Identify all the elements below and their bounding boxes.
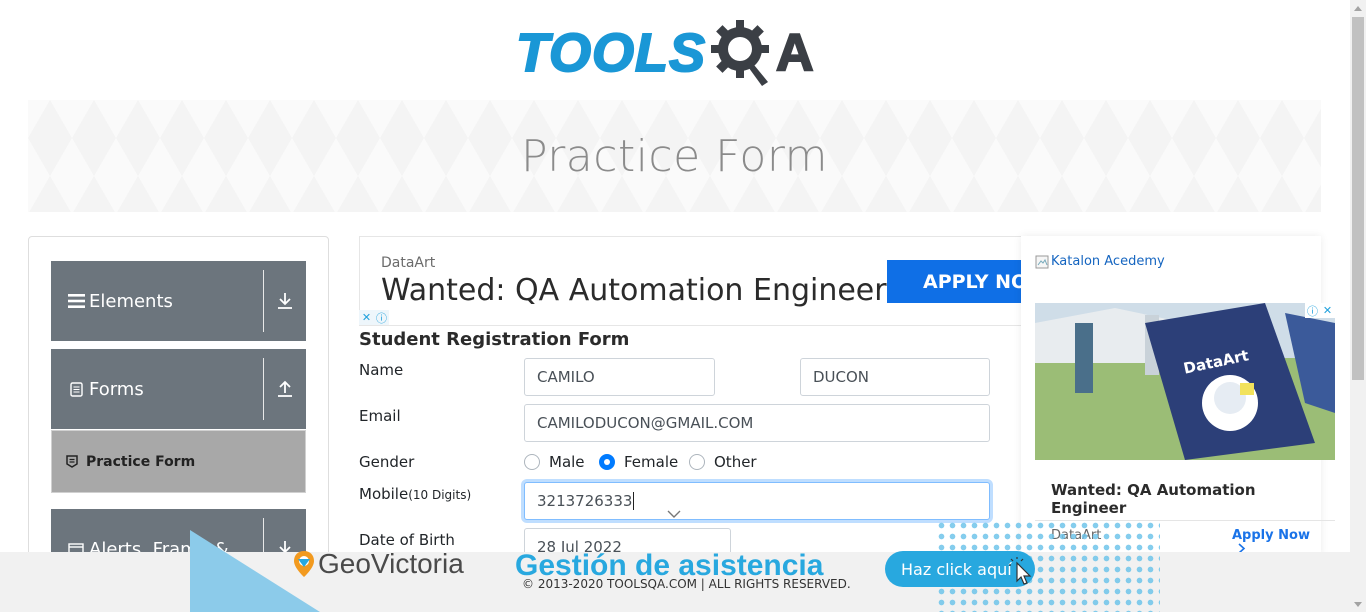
broken-image-alt: Katalon Acedemy (1051, 254, 1165, 269)
gender-radio-female[interactable]: Female (599, 453, 678, 471)
scroll-up-arrow-icon[interactable] (1350, 0, 1366, 16)
name-label: Name (359, 361, 404, 379)
mobile-label: Mobile(10 Digits) (359, 485, 471, 503)
first-name-input[interactable]: CAMILO (524, 358, 715, 396)
mobile-label-text: Mobile (359, 485, 409, 503)
ad-photo[interactable]: DataArt (1035, 303, 1335, 460)
page-scrollbar[interactable] (1350, 0, 1366, 612)
document-icon (67, 381, 85, 397)
page-banner: Practice Form (28, 100, 1321, 212)
right-ad[interactable]: Katalon Acedemy DataArt ⓘ ✕ Wanted: QA A… (1021, 236, 1335, 556)
sidebar-item-practice-form[interactable]: Practice Form (51, 430, 306, 493)
ad-cta-label: Haz click aquí (901, 559, 1012, 579)
ad-cta-button[interactable]: Haz click aquí (885, 551, 1035, 587)
info-icon[interactable]: ⓘ (1305, 303, 1320, 318)
katalon-broken-image[interactable]: Katalon Acedemy (1035, 254, 1165, 269)
sidebar-item-label: Practice Form (86, 453, 196, 470)
form-title: Student Registration Form (359, 329, 630, 350)
ad-headline[interactable]: Wanted: QA Automation Engineer (1051, 481, 1321, 517)
sidebar-group-forms[interactable]: Forms (51, 349, 306, 429)
gender-radio-other[interactable]: Other (689, 453, 757, 471)
scrollbar-thumb[interactable] (1352, 17, 1364, 380)
scroll-down-arrow-icon[interactable] (1350, 596, 1366, 612)
ad-apply-button[interactable]: APPLY NOW (887, 260, 1021, 303)
email-label: Email (359, 407, 401, 425)
footer-copyright: © 2013-2020 TOOLSQA.COM | ALL RIGHTS RES… (522, 577, 851, 591)
radio-label: Male (549, 453, 585, 471)
ad-advertiser: DataArt (1051, 528, 1102, 543)
logo-text-a: A (775, 23, 815, 83)
form-icon (66, 455, 80, 468)
chevron-down-icon (667, 510, 681, 518)
ad-apply-label: Apply Now (1232, 528, 1310, 543)
radio-circle[interactable] (689, 454, 705, 470)
gender-radio-male[interactable]: Male (524, 453, 585, 471)
divider (1035, 520, 1335, 521)
sidebar-group-label: Forms (89, 378, 144, 400)
mobile-input[interactable]: 3213726333 (524, 482, 990, 520)
radio-label: Other (714, 453, 757, 471)
close-icon[interactable]: ✕ (1320, 303, 1335, 318)
cursor-click-icon (1009, 557, 1032, 585)
ad-choices[interactable]: ⓘ ✕ (1305, 303, 1335, 318)
top-ad-banner[interactable]: DataArt Wanted: QA Automation Engineer A… (359, 236, 1021, 326)
broken-image-icon (1035, 255, 1049, 268)
gender-label: Gender (359, 453, 415, 471)
ad-advertiser: DataArt (381, 255, 436, 271)
mobile-value: 3213726333 (537, 492, 633, 510)
logo-text-tools: TOOLS (515, 22, 707, 84)
download-arrow-icon[interactable] (264, 292, 306, 310)
mobile-hint: (10 Digits) (408, 488, 472, 502)
dob-label: Date of Birth (359, 531, 455, 549)
text-cursor (633, 492, 635, 510)
radio-label: Female (624, 453, 679, 471)
gear-magnifier-icon (711, 20, 770, 86)
page-title: Practice Form (520, 130, 829, 182)
sidebar-group-label: Elements (89, 290, 173, 312)
email-input[interactable]: CAMILODUCON@GMAIL.COM (524, 404, 990, 442)
radio-circle[interactable] (524, 454, 540, 470)
page: TOOLS A Practice Form Elements Forms Pra… (0, 0, 1366, 612)
toolsqa-logo[interactable]: TOOLS A (515, 14, 840, 92)
info-icon[interactable]: ⓘ (374, 310, 389, 325)
logo-qa: A (710, 16, 815, 90)
menu-icon (67, 294, 85, 308)
close-icon[interactable]: ✕ (359, 310, 374, 325)
radio-circle-selected[interactable] (599, 454, 615, 470)
sidebar-group-elements[interactable]: Elements (51, 261, 306, 341)
ad-choices[interactable]: ✕ ⓘ (359, 310, 389, 325)
ad-headline[interactable]: Wanted: QA Automation Engineer (381, 273, 887, 308)
last-name-input[interactable]: DUCON (800, 358, 990, 396)
upload-arrow-icon[interactable] (264, 380, 306, 398)
